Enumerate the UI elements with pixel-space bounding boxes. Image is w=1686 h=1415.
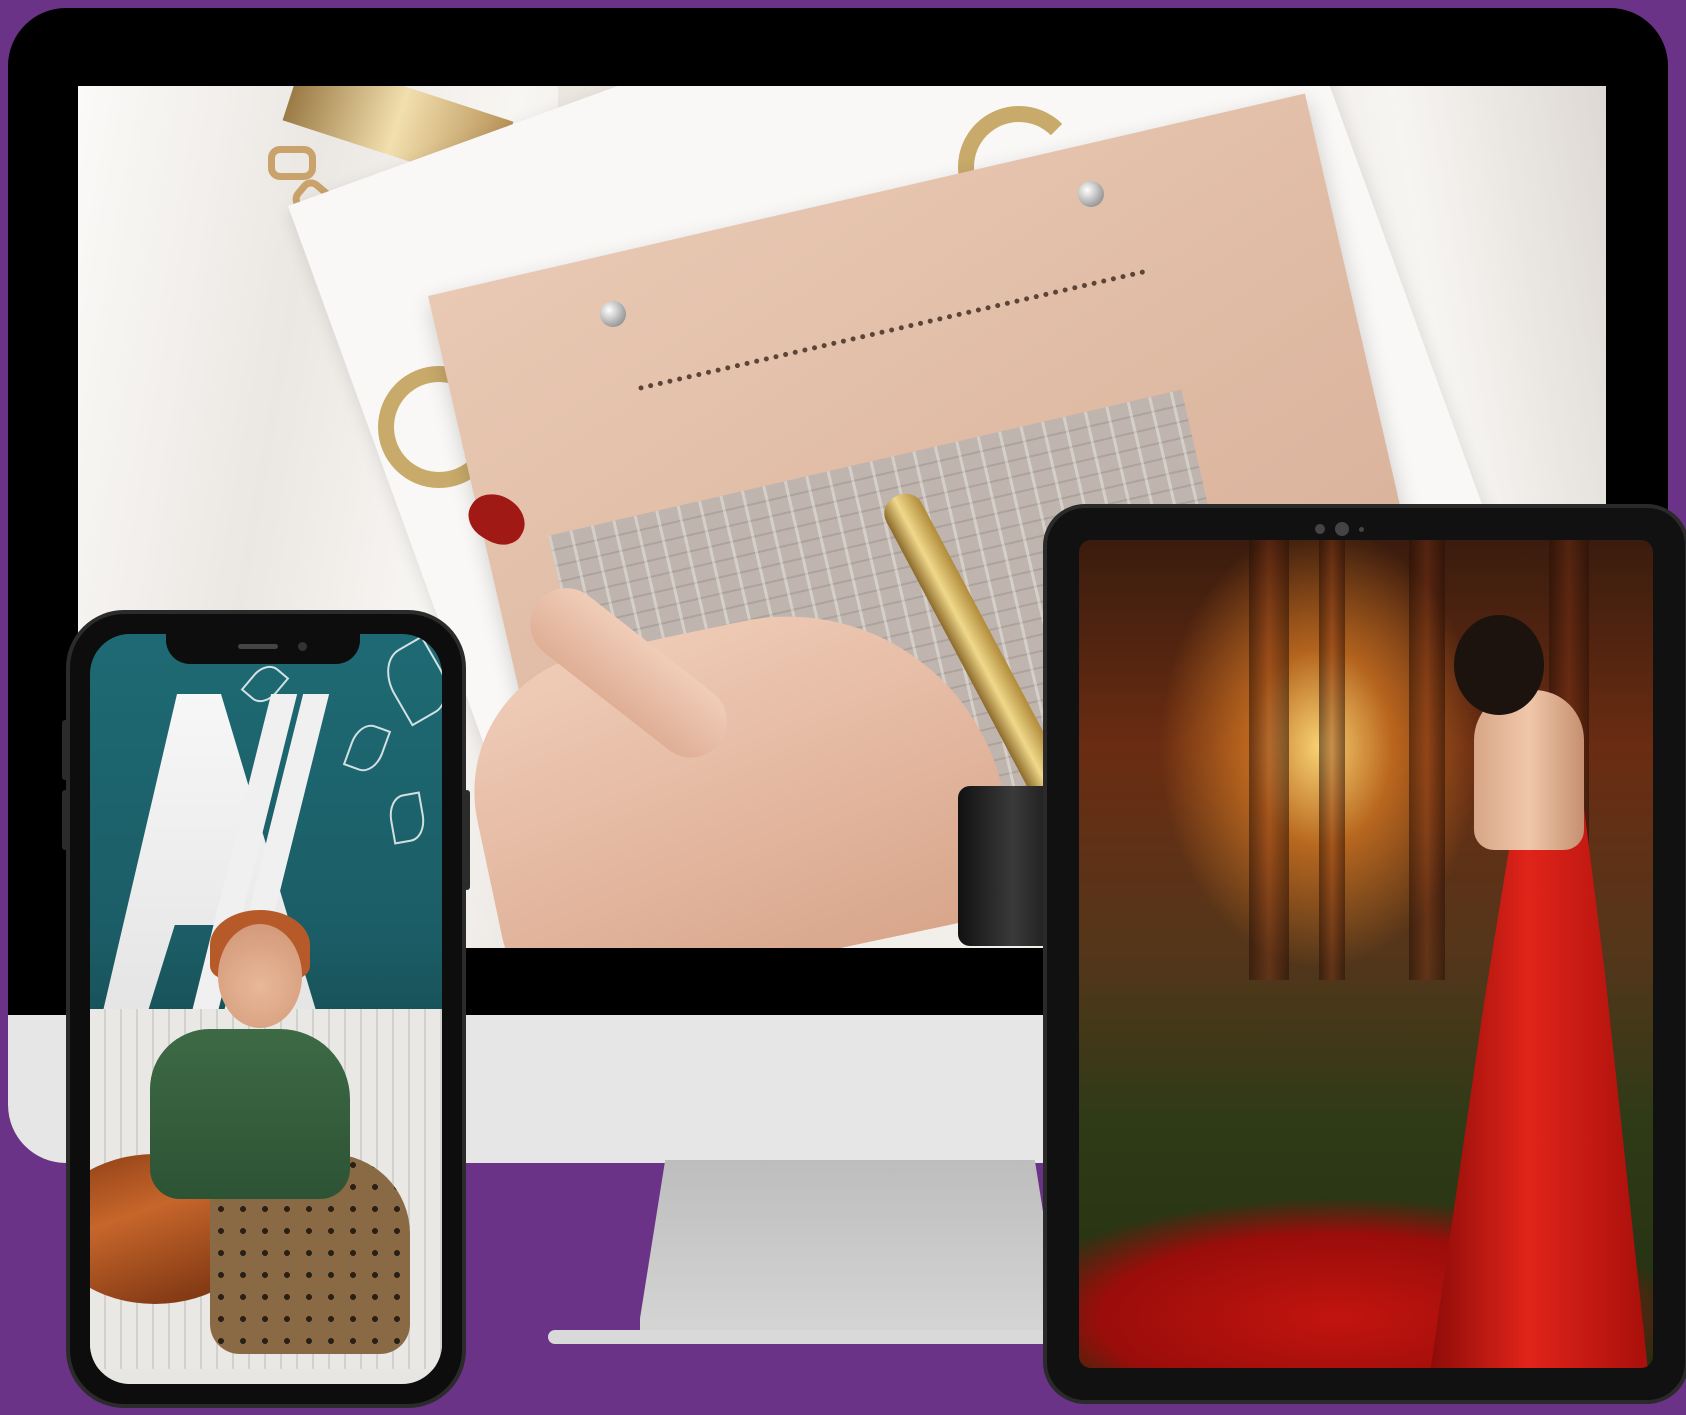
tree-trunk [1409, 540, 1445, 980]
tablet-screen-photo [1079, 540, 1653, 1368]
tree-trunk [1319, 540, 1345, 980]
smartphone [66, 610, 466, 1408]
tablet-sensor [1359, 527, 1364, 532]
monitor-stand [640, 1160, 1060, 1340]
rivet [1078, 181, 1104, 207]
chain-link [268, 146, 316, 180]
monitor-stand-base [548, 1330, 1068, 1344]
leaf-drawing [386, 791, 428, 845]
green-sweater [150, 1029, 350, 1199]
face [218, 924, 302, 1028]
front-camera-icon [298, 642, 307, 651]
tablet-camera-icon [1335, 522, 1349, 536]
tree-trunk [1249, 540, 1289, 980]
rivet [600, 301, 626, 327]
red-dress [1429, 800, 1649, 1368]
leaf-drawing [342, 719, 392, 777]
tablet-sensor [1315, 524, 1325, 534]
tablet [1043, 504, 1686, 1404]
phone-notch [166, 634, 360, 664]
dark-hair [1454, 615, 1544, 715]
phone-screen-photo [90, 634, 442, 1384]
leaf-drawing [375, 635, 442, 727]
speaker-icon [238, 644, 278, 649]
